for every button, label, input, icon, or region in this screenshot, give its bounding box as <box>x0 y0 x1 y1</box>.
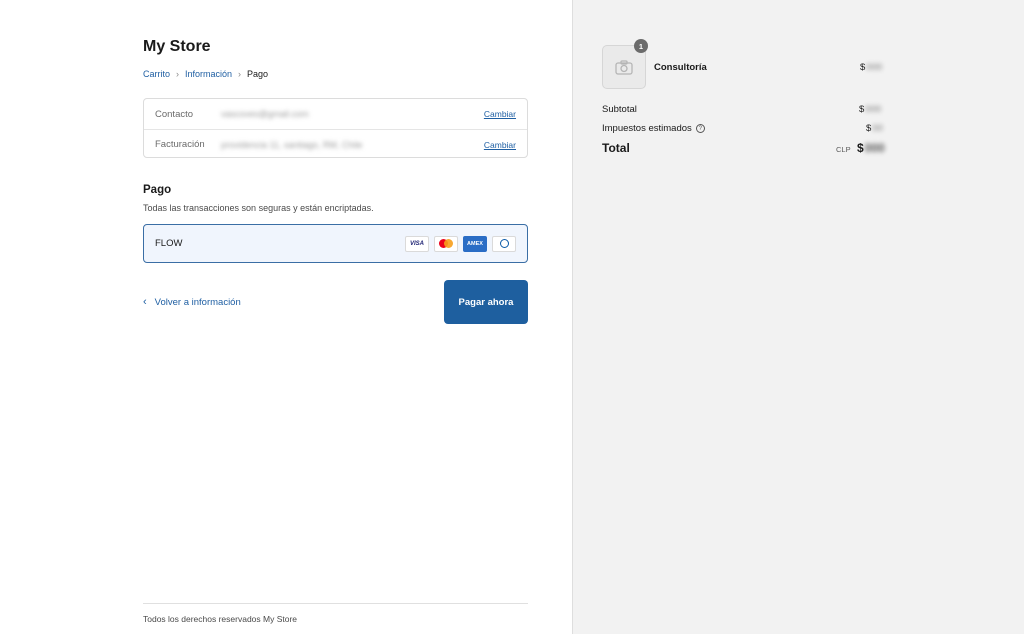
billing-label: Facturación <box>155 139 205 150</box>
subtotal-amount: 000 <box>865 104 882 115</box>
pay-now-button[interactable]: Pagar ahora <box>444 280 528 324</box>
review-box: Contacto vascoves@gmail.com Cambiar Fact… <box>143 98 528 158</box>
chevron-left-icon: ‹ <box>143 296 147 308</box>
footer-divider <box>143 603 528 604</box>
tax-label: Impuestos estimados <box>602 123 692 134</box>
quantity-badge: 1 <box>634 39 648 53</box>
tax-amount: 00 <box>872 123 883 134</box>
breadcrumb-cart[interactable]: Carrito <box>143 69 170 79</box>
contact-row: Contacto vascoves@gmail.com Cambiar <box>144 99 527 129</box>
billing-value: providencia 11, santiago, RM, Chile <box>221 139 363 150</box>
help-icon[interactable]: ? <box>695 124 705 133</box>
subtotal-label: Subtotal <box>602 104 637 115</box>
diners-icon <box>492 235 516 252</box>
mastercard-icon <box>434 235 458 252</box>
breadcrumb-payment: Pago <box>247 69 269 79</box>
camera-icon <box>615 59 633 75</box>
currency-code: CLP <box>836 145 851 154</box>
store-title[interactable]: My Store <box>143 38 211 56</box>
tax-value: $00 <box>866 123 883 134</box>
payment-method-name: FLOW <box>155 238 183 249</box>
product-price-symbol: $ <box>860 62 866 73</box>
product-price-value: 000 <box>866 62 883 73</box>
chevron-right-icon: › <box>238 69 242 79</box>
chevron-right-icon: › <box>176 69 180 79</box>
footer-text: Todos los derechos reservados My Store <box>143 614 298 624</box>
card-brands: VISA AMEX <box>405 235 516 252</box>
product-name: Consultoría <box>654 62 707 73</box>
change-billing-link[interactable]: Cambiar <box>484 140 516 150</box>
breadcrumb-information[interactable]: Información <box>185 69 232 79</box>
total-symbol: $ <box>857 141 864 155</box>
order-summary-panel <box>572 0 1024 634</box>
total-label: Total <box>602 141 630 155</box>
back-to-information-link[interactable]: ‹ Volver a información <box>143 296 241 308</box>
total-value: 000 <box>864 141 885 155</box>
billing-row: Facturación providencia 11, santiago, RM… <box>144 129 527 159</box>
payment-method-flow[interactable]: FLOW VISA AMEX <box>143 224 528 263</box>
breadcrumb: Carrito › Información › Pago <box>143 69 268 79</box>
product-price: $000 <box>860 62 882 73</box>
tax-row-label: Impuestos estimados ? <box>602 123 705 134</box>
contact-label: Contacto <box>155 108 194 120</box>
total-amount: $000 <box>857 141 885 155</box>
payment-title: Pago <box>143 184 172 196</box>
visa-icon: VISA <box>405 235 429 252</box>
amex-icon: AMEX <box>463 235 487 252</box>
payment-subtitle: Todas las transacciones son seguras y es… <box>143 203 374 213</box>
change-contact-link[interactable]: Cambiar <box>484 109 516 119</box>
contact-value: vascoves@gmail.com <box>221 109 309 119</box>
tax-symbol: $ <box>866 123 872 134</box>
subtotal-value: $000 <box>859 104 881 115</box>
back-label: Volver a información <box>154 296 241 308</box>
subtotal-symbol: $ <box>859 104 865 115</box>
